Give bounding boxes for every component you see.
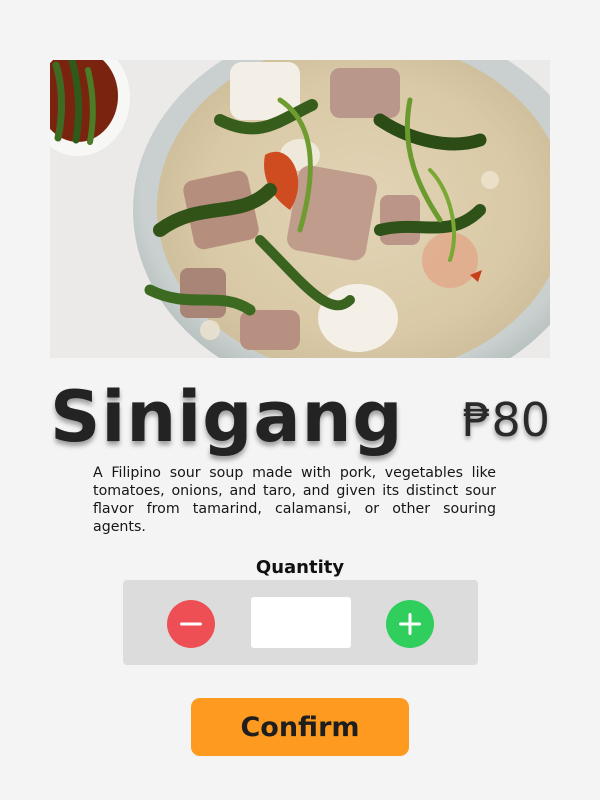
increment-button[interactable] <box>386 600 434 648</box>
food-photo <box>50 60 550 358</box>
quantity-input[interactable] <box>251 597 351 648</box>
confirm-button[interactable]: Confirm <box>191 698 409 756</box>
minus-icon <box>180 622 202 626</box>
quantity-stepper <box>123 580 478 665</box>
plus-icon <box>399 613 421 635</box>
dish-image <box>50 60 550 358</box>
decrement-button[interactable] <box>167 600 215 648</box>
dish-description: A Filipino sour soup made with pork, veg… <box>93 465 496 535</box>
dish-name: Sinigang <box>50 376 404 458</box>
dish-price: ₱80 <box>462 393 550 447</box>
quantity-label: Quantity <box>255 557 345 578</box>
